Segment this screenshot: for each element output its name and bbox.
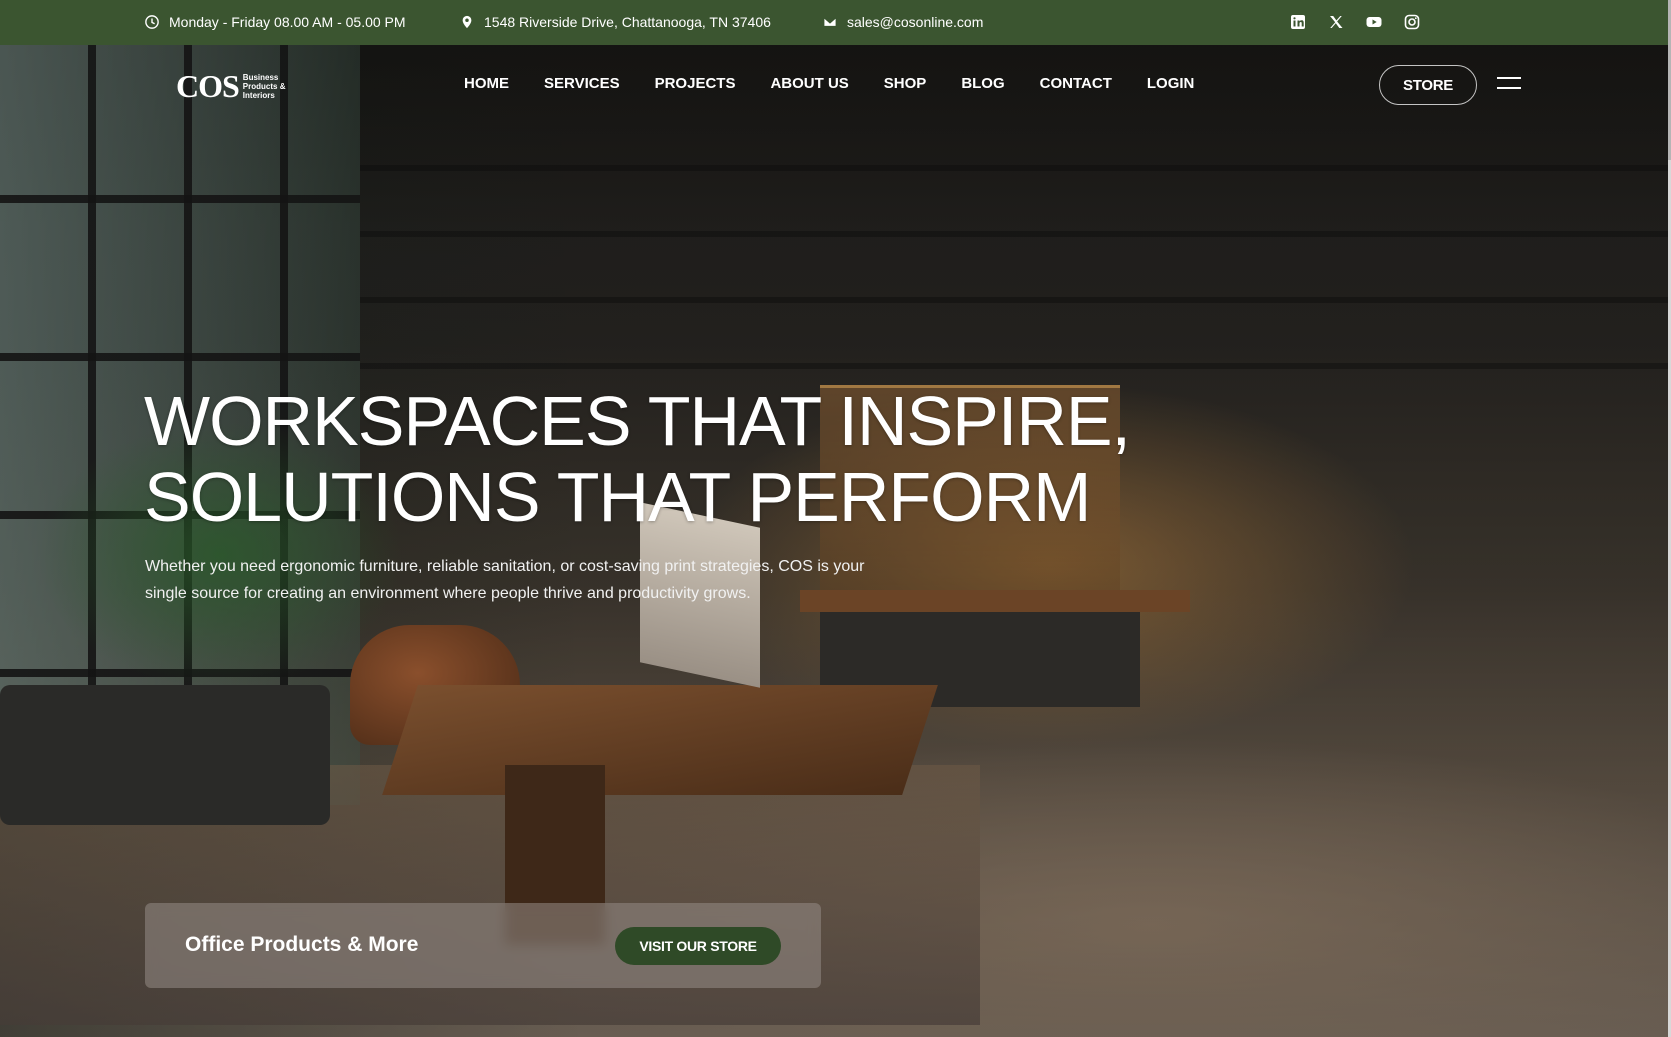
nav-services[interactable]: SERVICES [544, 75, 620, 92]
hero-headline-line1: WORKSPACES THAT INSPIRE, [144, 382, 1131, 460]
mail-icon [823, 17, 837, 27]
store-button[interactable]: STORE [1379, 65, 1477, 105]
map-pin-icon [462, 15, 472, 29]
visit-store-button[interactable]: VISIT OUR STORE [615, 927, 781, 965]
nav-projects[interactable]: PROJECTS [655, 75, 736, 92]
site-logo[interactable]: COS Business Products & Interiors [176, 68, 293, 105]
logo-wordmark: COS [176, 68, 240, 104]
hero-section [0, 45, 1668, 1037]
hamburger-menu-icon[interactable] [1497, 77, 1521, 91]
nav-shop[interactable]: SHOP [884, 75, 927, 92]
hero-subtext: Whether you need ergonomic furniture, re… [145, 558, 865, 602]
x-icon[interactable] [1328, 14, 1344, 30]
clock-icon [145, 15, 159, 29]
hours-text: Monday - Friday 08.00 AM - 05.00 PM [169, 14, 406, 30]
hero-headline-line2: SOLUTIONS THAT PERFORM [144, 458, 1091, 536]
address-info: 1548 Riverside Drive, Chattanooga, TN 37… [460, 14, 771, 30]
youtube-icon[interactable] [1366, 14, 1382, 30]
nav-about-us[interactable]: ABOUT US [770, 75, 848, 92]
hero-ceiling-beams [360, 105, 1668, 405]
logo-tagline: Business Products & Interiors [242, 73, 286, 100]
hero-front-desk [382, 685, 938, 795]
nav-contact[interactable]: CONTACT [1040, 75, 1112, 92]
promo-title: Office Products & More [185, 933, 419, 956]
instagram-icon[interactable] [1404, 14, 1420, 30]
nav-home[interactable]: HOME [464, 75, 509, 92]
social-links [1290, 14, 1420, 30]
email-link[interactable]: sales@cosonline.com [847, 14, 983, 30]
address-text: 1548 Riverside Drive, Chattanooga, TN 37… [484, 14, 771, 30]
nav-blog[interactable]: BLOG [961, 75, 1004, 92]
main-nav: HOME SERVICES PROJECTS ABOUT US SHOP BLO… [464, 75, 1229, 92]
top-info-bar: Monday - Friday 08.00 AM - 05.00 PM 1548… [0, 0, 1668, 45]
hours-info: Monday - Friday 08.00 AM - 05.00 PM [145, 14, 406, 30]
hero-sofa [0, 685, 330, 825]
linkedin-icon[interactable] [1290, 14, 1306, 30]
nav-login[interactable]: LOGIN [1147, 75, 1195, 92]
store-promo-card: Office Products & More VISIT OUR STORE [145, 903, 821, 988]
hero-headline: WORKSPACES THAT INSPIRE, SOLUTIONS THAT … [144, 382, 1131, 536]
email-info[interactable]: sales@cosonline.com [823, 14, 983, 30]
